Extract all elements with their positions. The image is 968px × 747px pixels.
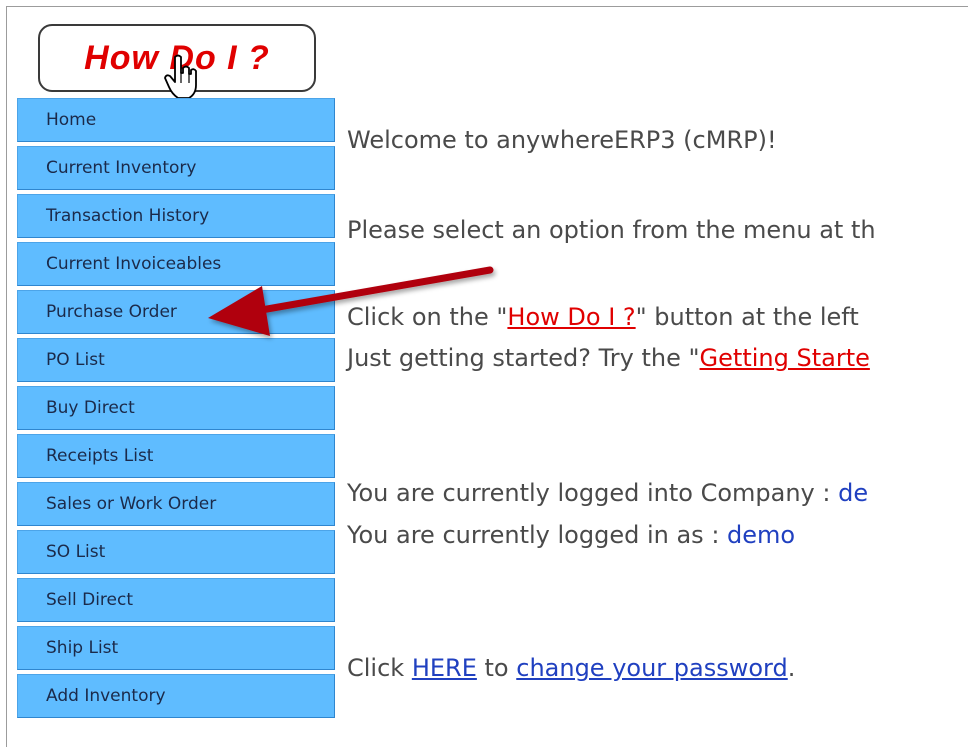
menu-item-sell-direct[interactable]: Sell Direct [17,578,335,622]
company-value: de [838,479,869,507]
menu-item-current-inventory[interactable]: Current Inventory [17,146,335,190]
user-value: demo [727,521,796,549]
main-content: Welcome to anywhereERP3 (cMRP)! Please s… [347,0,968,729]
menu-item-po-list[interactable]: PO List [17,338,335,382]
menu-item-ship-list[interactable]: Ship List [17,626,335,670]
pw-end-text: . [787,654,796,682]
sidebar-menu: Home Current Inventory Transaction Histo… [17,98,335,722]
company-line: You are currently logged into Company : … [347,479,868,507]
change-password-link[interactable]: change your password [516,654,788,682]
how-do-i-link[interactable]: How Do I ? [507,303,635,331]
pw-click-text: Click [347,654,412,682]
started-prefix: Just getting started? Try the " [347,344,700,372]
menu-item-purchase-order[interactable]: Purchase Order [17,290,335,334]
menu-item-so-list[interactable]: SO List [17,530,335,574]
hint-prefix: Click on the " [347,303,508,331]
company-label: You are currently logged into Company : [347,479,839,507]
pw-to-text: to [476,654,517,682]
select-prompt: Please select an option from the menu at… [347,216,876,244]
user-line: You are currently logged in as : demo [347,521,795,549]
menu-item-sales-or-work-order[interactable]: Sales or Work Order [17,482,335,526]
password-line: Click HERE to change your password. [347,654,795,682]
menu-item-receipts-list[interactable]: Receipts List [17,434,335,478]
user-label: You are currently logged in as : [347,521,728,549]
getting-started-hint: Just getting started? Try the "Getting S… [347,344,870,372]
hint-suffix: " button at the left [635,303,859,331]
getting-started-link[interactable]: Getting Starte [700,344,870,372]
welcome-text: Welcome to anywhereERP3 (cMRP)! [347,126,777,154]
menu-item-transaction-history[interactable]: Transaction History [17,194,335,238]
here-link[interactable]: HERE [412,654,477,682]
menu-item-buy-direct[interactable]: Buy Direct [17,386,335,430]
menu-item-current-invoiceables[interactable]: Current Invoiceables [17,242,335,286]
how-do-i-hint: Click on the "How Do I ?" button at the … [347,303,859,331]
menu-item-add-inventory[interactable]: Add Inventory [17,674,335,718]
menu-item-home[interactable]: Home [17,98,335,142]
hand-pointer-icon [164,54,197,99]
